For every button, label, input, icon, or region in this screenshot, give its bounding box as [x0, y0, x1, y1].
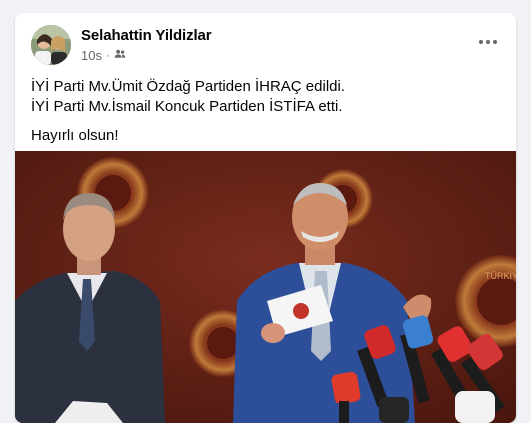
post-line-3: Hayırlı olsun! [31, 127, 119, 144]
avatar[interactable] [31, 25, 71, 65]
friends-icon[interactable] [114, 48, 126, 63]
post-header: Selahattin Yildizlar 10s · [15, 13, 516, 73]
post-time[interactable]: 10s [81, 48, 102, 63]
post-text: İYİ Parti Mv.Ümit Özdağ Partiden İHRAÇ e… [31, 77, 501, 146]
photo-image: TÜRKİYE [15, 151, 516, 423]
post-meta: 10s · [81, 48, 126, 63]
meta-separator: · [105, 49, 110, 62]
post-card: Selahattin Yildizlar 10s · İYİ Parti Mv.… [15, 13, 516, 423]
more-horizontal-icon[interactable] [474, 31, 502, 53]
author-name[interactable]: Selahattin Yildizlar [81, 27, 212, 44]
post-line-2: İYİ Parti Mv.İsmail Koncuk Partiden İSTİ… [31, 98, 343, 115]
post-line-1: İYİ Parti Mv.Ümit Özdağ Partiden İHRAÇ e… [31, 78, 345, 95]
seal-text: TÜRKİYE [485, 271, 516, 281]
avatar-image [31, 25, 71, 65]
post-photo[interactable]: TÜRKİYE [15, 151, 516, 423]
